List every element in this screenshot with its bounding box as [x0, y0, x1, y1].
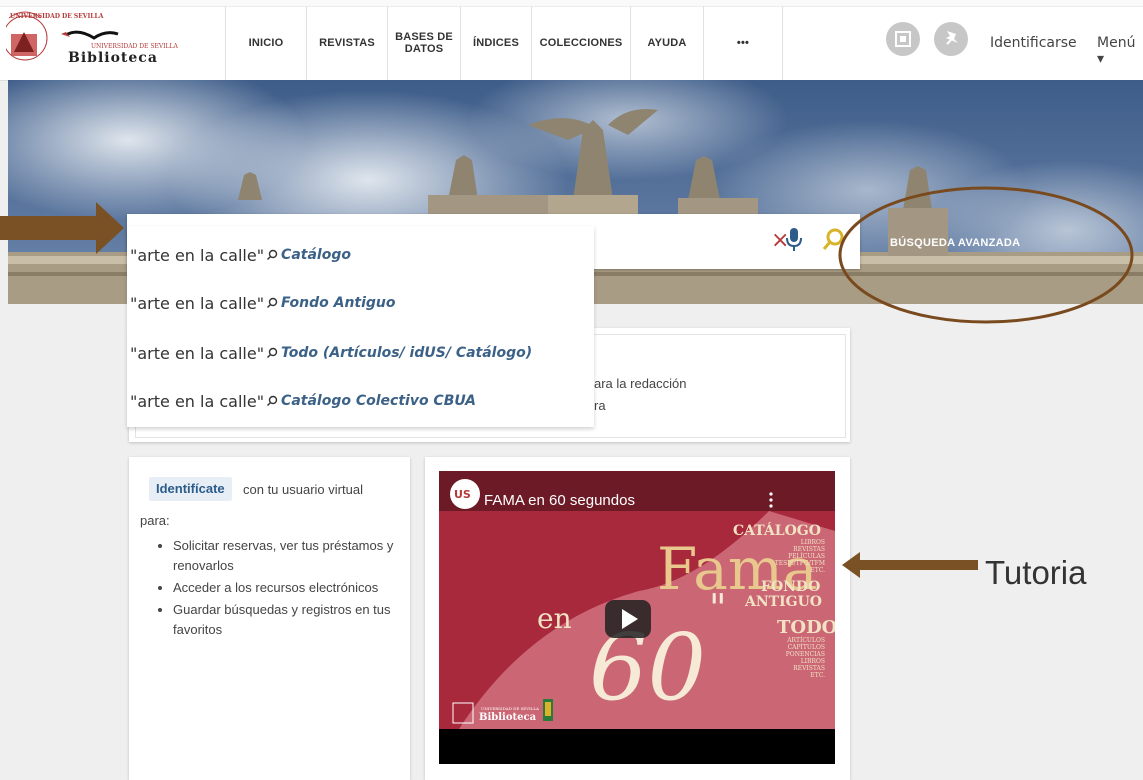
video-player[interactable]: Fama en 60 " CATÁLOGO LIBROS REVISTAS PE… [439, 471, 835, 764]
video-art-todo: TODO [777, 617, 835, 638]
logo-seal-text: UNIVERSIDAD DE SEVILLA [10, 13, 104, 20]
video-art-antiguo: ANTIGUO [744, 594, 822, 610]
nav-bases-de-datos[interactable]: BASES DE DATOS [387, 6, 460, 80]
logo-subtitle: UNIVERSIDAD DE SEVILLA [91, 43, 179, 50]
logo-title: Biblioteca [68, 50, 158, 66]
top-navigation: UNIVERSIDAD DE SEVILLA UNIVERSIDAD DE SE… [0, 0, 1143, 81]
video-art-us-sub: UNIVERSIDAD DE SEVILLA [481, 706, 539, 711]
news-line-1: ara la redacción [594, 376, 687, 391]
feature-item: Acceder a los recursos electrónicos [173, 578, 425, 598]
search-icon [267, 297, 278, 308]
nav-revistas[interactable]: REVISTAS [306, 6, 387, 80]
nav-inicio[interactable]: INICIO [225, 6, 306, 80]
video-art-todo-sub: REVISTAS [793, 665, 825, 672]
nav-ayuda[interactable]: AYUDA [630, 6, 703, 80]
search-icon [267, 347, 278, 358]
search-icon [267, 249, 278, 260]
suggestion-cbua[interactable]: "arte en la calle" Catálogo Colectivo CB… [130, 386, 476, 416]
suggestion-todo[interactable]: "arte en la calle" Todo (Artículos/ idUS… [130, 338, 532, 368]
feature-item: Guardar búsquedas y registros en tus fav… [173, 600, 425, 640]
video-art-catalogo-sub: TESIS/TFG/TFM [775, 560, 825, 567]
video-title[interactable]: FAMA en 60 segundos [484, 492, 635, 509]
qr-icon[interactable] [886, 22, 920, 56]
video-art-todo-sub: PONENCIAS [786, 651, 825, 658]
login-link[interactable]: Identificarse [990, 35, 1077, 51]
ellipse-annotation-advanced [838, 186, 1134, 324]
video-art-catalogo-sub: PELÍCULAS [788, 553, 825, 560]
library-logo[interactable]: UNIVERSIDAD DE SEVILLA UNIVERSIDAD DE SE… [2, 8, 191, 72]
main-nav: INICIO REVISTAS BASES DE DATOS ÍNDICES CO… [225, 6, 783, 80]
arrow-annotation-search [0, 202, 124, 254]
pin-icon[interactable] [934, 22, 968, 56]
news-line-2: ra [594, 398, 606, 413]
video-art-catalogo-sub: ETC. [810, 567, 825, 574]
video-art-catalogo-sub: REVISTAS [793, 546, 825, 553]
search-suggestions: "arte en la calle" Catálogo "arte en la … [127, 226, 594, 427]
video-art-catalogo: CATÁLOGO [733, 521, 821, 539]
video-art-todo-sub: ETC. [810, 672, 825, 679]
tutorial-label: Tutoria [985, 554, 1087, 591]
video-art-en: en [537, 602, 572, 635]
channel-avatar: US [454, 488, 471, 501]
feature-list: Solicitar reservas, ver tus préstamos y … [148, 536, 425, 642]
video-art-todo-sub: CAPÍTULOS [788, 644, 825, 651]
video-art-quote: " [709, 586, 726, 630]
menu-toggle[interactable]: Menú ▾ [1097, 35, 1143, 67]
login-card-para: para: [140, 513, 170, 528]
search-icon [267, 395, 278, 406]
identificate-button[interactable]: Identifícate [149, 477, 232, 501]
suggestion-fondo-antiguo[interactable]: "arte en la calle" Fondo Antiguo [130, 288, 396, 318]
nav-indices[interactable]: ÍNDICES [460, 6, 531, 80]
arrow-annotation-video [842, 552, 978, 578]
suggestion-catalogo[interactable]: "arte en la calle" Catálogo [130, 240, 351, 270]
nav-colecciones[interactable]: COLECCIONES [531, 6, 630, 80]
video-art-biblioteca: Biblioteca [479, 712, 537, 723]
login-card-text: con tu usuario virtual [243, 482, 363, 497]
video-art-todo-sub: LIBROS [801, 658, 825, 665]
nav-more[interactable]: ••• [703, 6, 783, 80]
video-art-todo-sub: ARTÍCULOS [786, 637, 825, 644]
video-art-fondo: FONDO [761, 579, 820, 595]
video-art-catalogo-sub: LIBROS [801, 539, 825, 546]
feature-item: Solicitar reservas, ver tus préstamos y … [173, 536, 425, 576]
microphone-icon[interactable] [785, 227, 803, 258]
